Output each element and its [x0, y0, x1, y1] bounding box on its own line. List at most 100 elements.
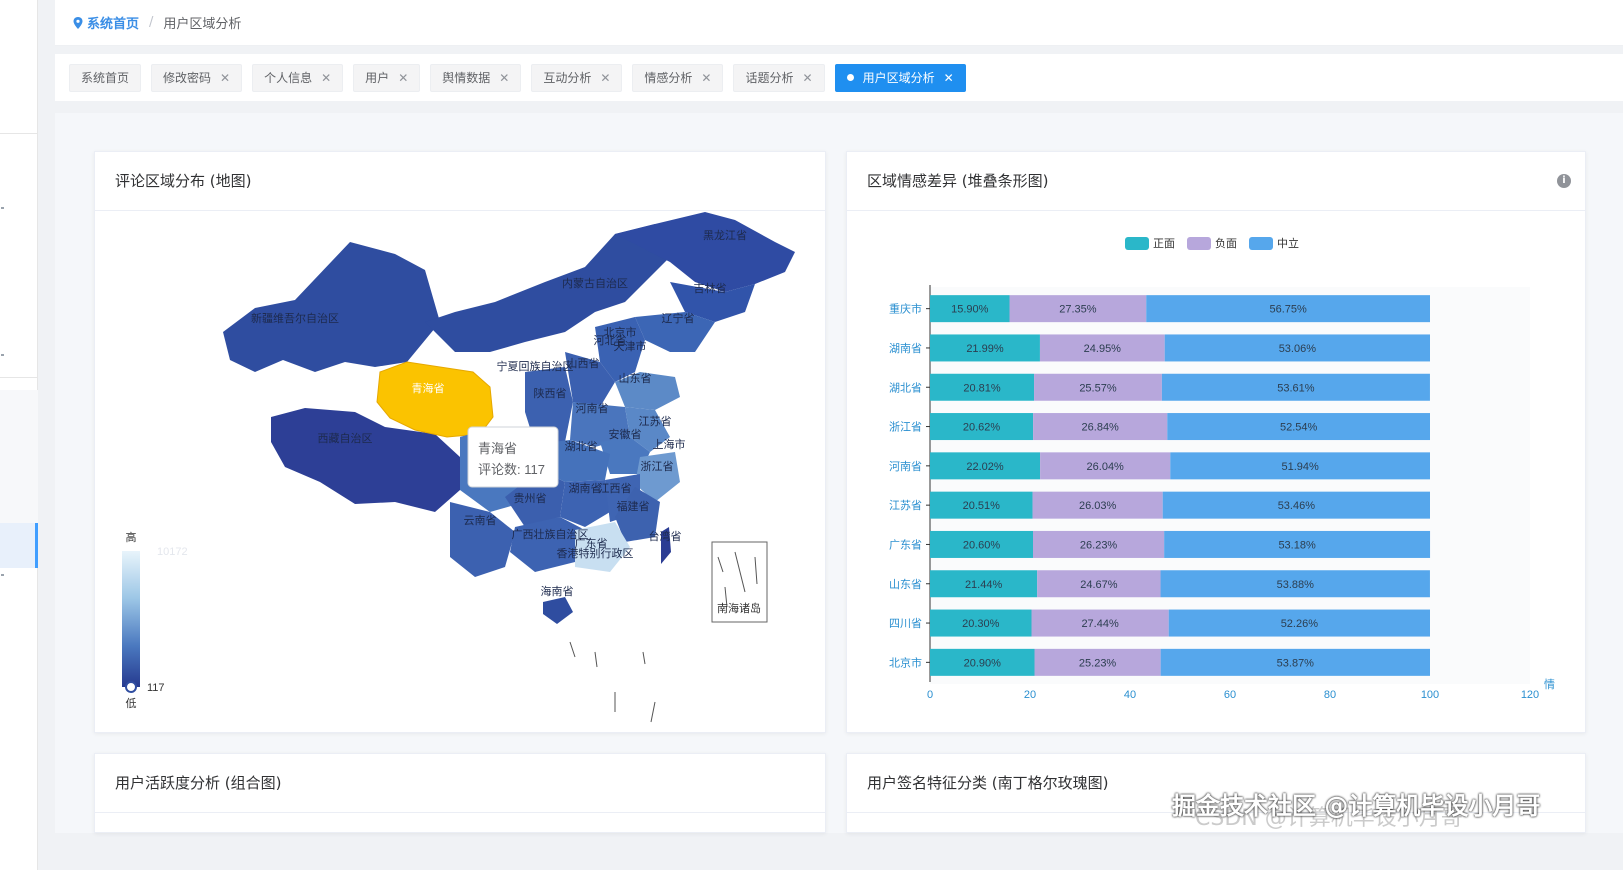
location-pin-icon: [73, 17, 83, 29]
province-xinjiang[interactable]: [223, 242, 440, 372]
tag-0[interactable]: 系统首页: [69, 64, 141, 92]
x-tick-label: 80: [1324, 689, 1336, 701]
sidebar-arrow-icon[interactable]: [1, 354, 4, 356]
x-axis-name: 情: [1544, 678, 1555, 691]
tag-close-icon[interactable]: ✕: [398, 71, 408, 85]
province-label: 上海市: [653, 437, 686, 451]
legend-swatch[interactable]: [1125, 237, 1149, 250]
bar-data-label: 24.67%: [1080, 579, 1118, 591]
breadcrumb-home-label[interactable]: 系统首页: [87, 13, 139, 32]
category-label: 四川省: [889, 617, 922, 630]
tag-3[interactable]: 用户 ✕: [353, 64, 420, 92]
bar-data-label: 26.23%: [1080, 539, 1118, 551]
svg-text:青海省: 青海省: [478, 441, 517, 456]
tag-label[interactable]: 用户区域分析: [863, 69, 935, 86]
info-icon[interactable]: i: [1557, 174, 1571, 188]
province-hainan[interactable]: [543, 597, 573, 624]
province-label: 江苏省: [639, 415, 672, 428]
map-card-title: 评论区域分布 (地图): [95, 152, 825, 211]
x-tick-label: 100: [1421, 689, 1439, 701]
province-label: 香港特别行政区: [557, 546, 634, 560]
province-qinghai[interactable]: [377, 362, 493, 437]
legend-label[interactable]: 负面: [1215, 236, 1237, 250]
stacked-bar-chart[interactable]: 正面负面中立重庆市15.90%27.35%56.75%湖南省21.99%24.9…: [847, 212, 1585, 732]
category-label: 浙江省: [889, 421, 922, 434]
visual-map-legend[interactable]: 高 10172 117 低: [122, 530, 188, 710]
province-label: 浙江省: [641, 460, 674, 473]
province-label: 云南省: [464, 514, 497, 527]
tag-8[interactable]: 用户区域分析 ✕: [835, 64, 966, 92]
province-label: 山西省: [567, 357, 600, 370]
sidebar-divider: [0, 133, 38, 134]
province-label: 宁夏回族自治区: [497, 359, 574, 373]
tag-close-icon[interactable]: ✕: [944, 71, 954, 85]
province-label: 西藏自治区: [318, 431, 373, 445]
tag-active-dot-icon: [847, 74, 854, 81]
x-tick-label: 0: [927, 689, 933, 701]
bar-data-label: 26.84%: [1082, 422, 1120, 434]
sidebar-item-active[interactable]: [0, 523, 38, 568]
category-label: 北京市: [889, 655, 922, 669]
tags-view: 系统首页修改密码✕个人信息✕用户✕舆情数据✕互动分析✕情感分析✕话题分析✕用户区…: [55, 54, 1623, 101]
tag-1[interactable]: 修改密码 ✕: [151, 64, 242, 92]
province-label: 河北省: [594, 334, 627, 347]
province-yunnan[interactable]: [450, 502, 515, 577]
tag-close-icon[interactable]: ✕: [321, 71, 331, 85]
svg-text:高: 高: [126, 530, 137, 544]
tag-2[interactable]: 个人信息 ✕: [252, 64, 343, 92]
sidebar-arrow-icon[interactable]: [1, 207, 4, 209]
bar-data-label: 26.04%: [1087, 461, 1125, 473]
legend-swatch[interactable]: [1249, 237, 1273, 250]
activity-card: 用户活跃度分析 (组合图): [94, 753, 826, 833]
sidebar-arrow-icon[interactable]: [1, 574, 4, 576]
bar-card-title: 区域情感差异 (堆叠条形图): [847, 152, 1585, 211]
bar-data-label: 26.03%: [1079, 500, 1117, 512]
bar-data-label: 53.18%: [1278, 539, 1316, 551]
tag-label[interactable]: 个人信息: [264, 69, 312, 86]
bar-data-label: 53.87%: [1277, 657, 1315, 669]
province-label: 河南省: [576, 402, 609, 415]
bar-data-label: 53.88%: [1277, 579, 1315, 591]
category-label: 河南省: [889, 460, 922, 473]
legend-swatch[interactable]: [1187, 237, 1211, 250]
sidebar: [0, 0, 38, 870]
province-label: 海南省: [541, 584, 574, 598]
visual-map-handle[interactable]: [126, 682, 136, 692]
tag-label[interactable]: 情感分析: [644, 69, 692, 86]
x-tick-label: 120: [1521, 689, 1539, 701]
province-label: 贵州省: [514, 492, 547, 505]
tag-close-icon[interactable]: ✕: [499, 71, 509, 85]
category-label: 广东省: [889, 538, 922, 551]
tag-label[interactable]: 话题分析: [745, 69, 793, 86]
breadcrumb-current: 用户区域分析: [163, 13, 241, 32]
tag-close-icon[interactable]: ✕: [220, 71, 230, 85]
legend-label[interactable]: 中立: [1277, 236, 1299, 250]
bar-data-label: 56.75%: [1269, 304, 1307, 316]
tag-6[interactable]: 情感分析 ✕: [632, 64, 723, 92]
bar-data-label: 21.44%: [965, 579, 1003, 591]
breadcrumb-home[interactable]: 系统首页: [73, 13, 139, 32]
tag-4[interactable]: 舆情数据 ✕: [430, 64, 521, 92]
tag-label[interactable]: 舆情数据: [442, 69, 490, 86]
province-label: 辽宁省: [662, 311, 695, 325]
tag-label[interactable]: 系统首页: [81, 69, 129, 86]
china-map-chart[interactable]: 南海诸岛 黑龙江省吉林省辽宁省内蒙古自治区北京市天津市河北省新疆维吾尔自治区宁夏…: [95, 212, 825, 732]
tag-7[interactable]: 话题分析 ✕: [733, 64, 824, 92]
tag-close-icon[interactable]: ✕: [600, 71, 610, 85]
province-label: 吉林省: [694, 281, 727, 295]
activity-card-title: 用户活跃度分析 (组合图): [95, 754, 825, 813]
province-label: 内蒙古自治区: [562, 276, 628, 290]
tag-close-icon[interactable]: ✕: [701, 71, 711, 85]
sidebar-submenu: [0, 390, 38, 523]
bar-data-label: 53.61%: [1277, 382, 1315, 394]
tag-5[interactable]: 互动分析 ✕: [531, 64, 622, 92]
tag-label[interactable]: 修改密码: [163, 69, 211, 86]
province-label: 山东省: [619, 372, 652, 385]
legend-label[interactable]: 正面: [1153, 238, 1175, 250]
category-label: 重庆市: [889, 302, 922, 316]
tag-label[interactable]: 互动分析: [543, 69, 591, 86]
bar-data-label: 20.30%: [962, 618, 1000, 630]
tag-close-icon[interactable]: ✕: [803, 71, 813, 85]
bar-data-label: 20.51%: [963, 500, 1001, 512]
tag-label[interactable]: 用户: [365, 69, 389, 86]
